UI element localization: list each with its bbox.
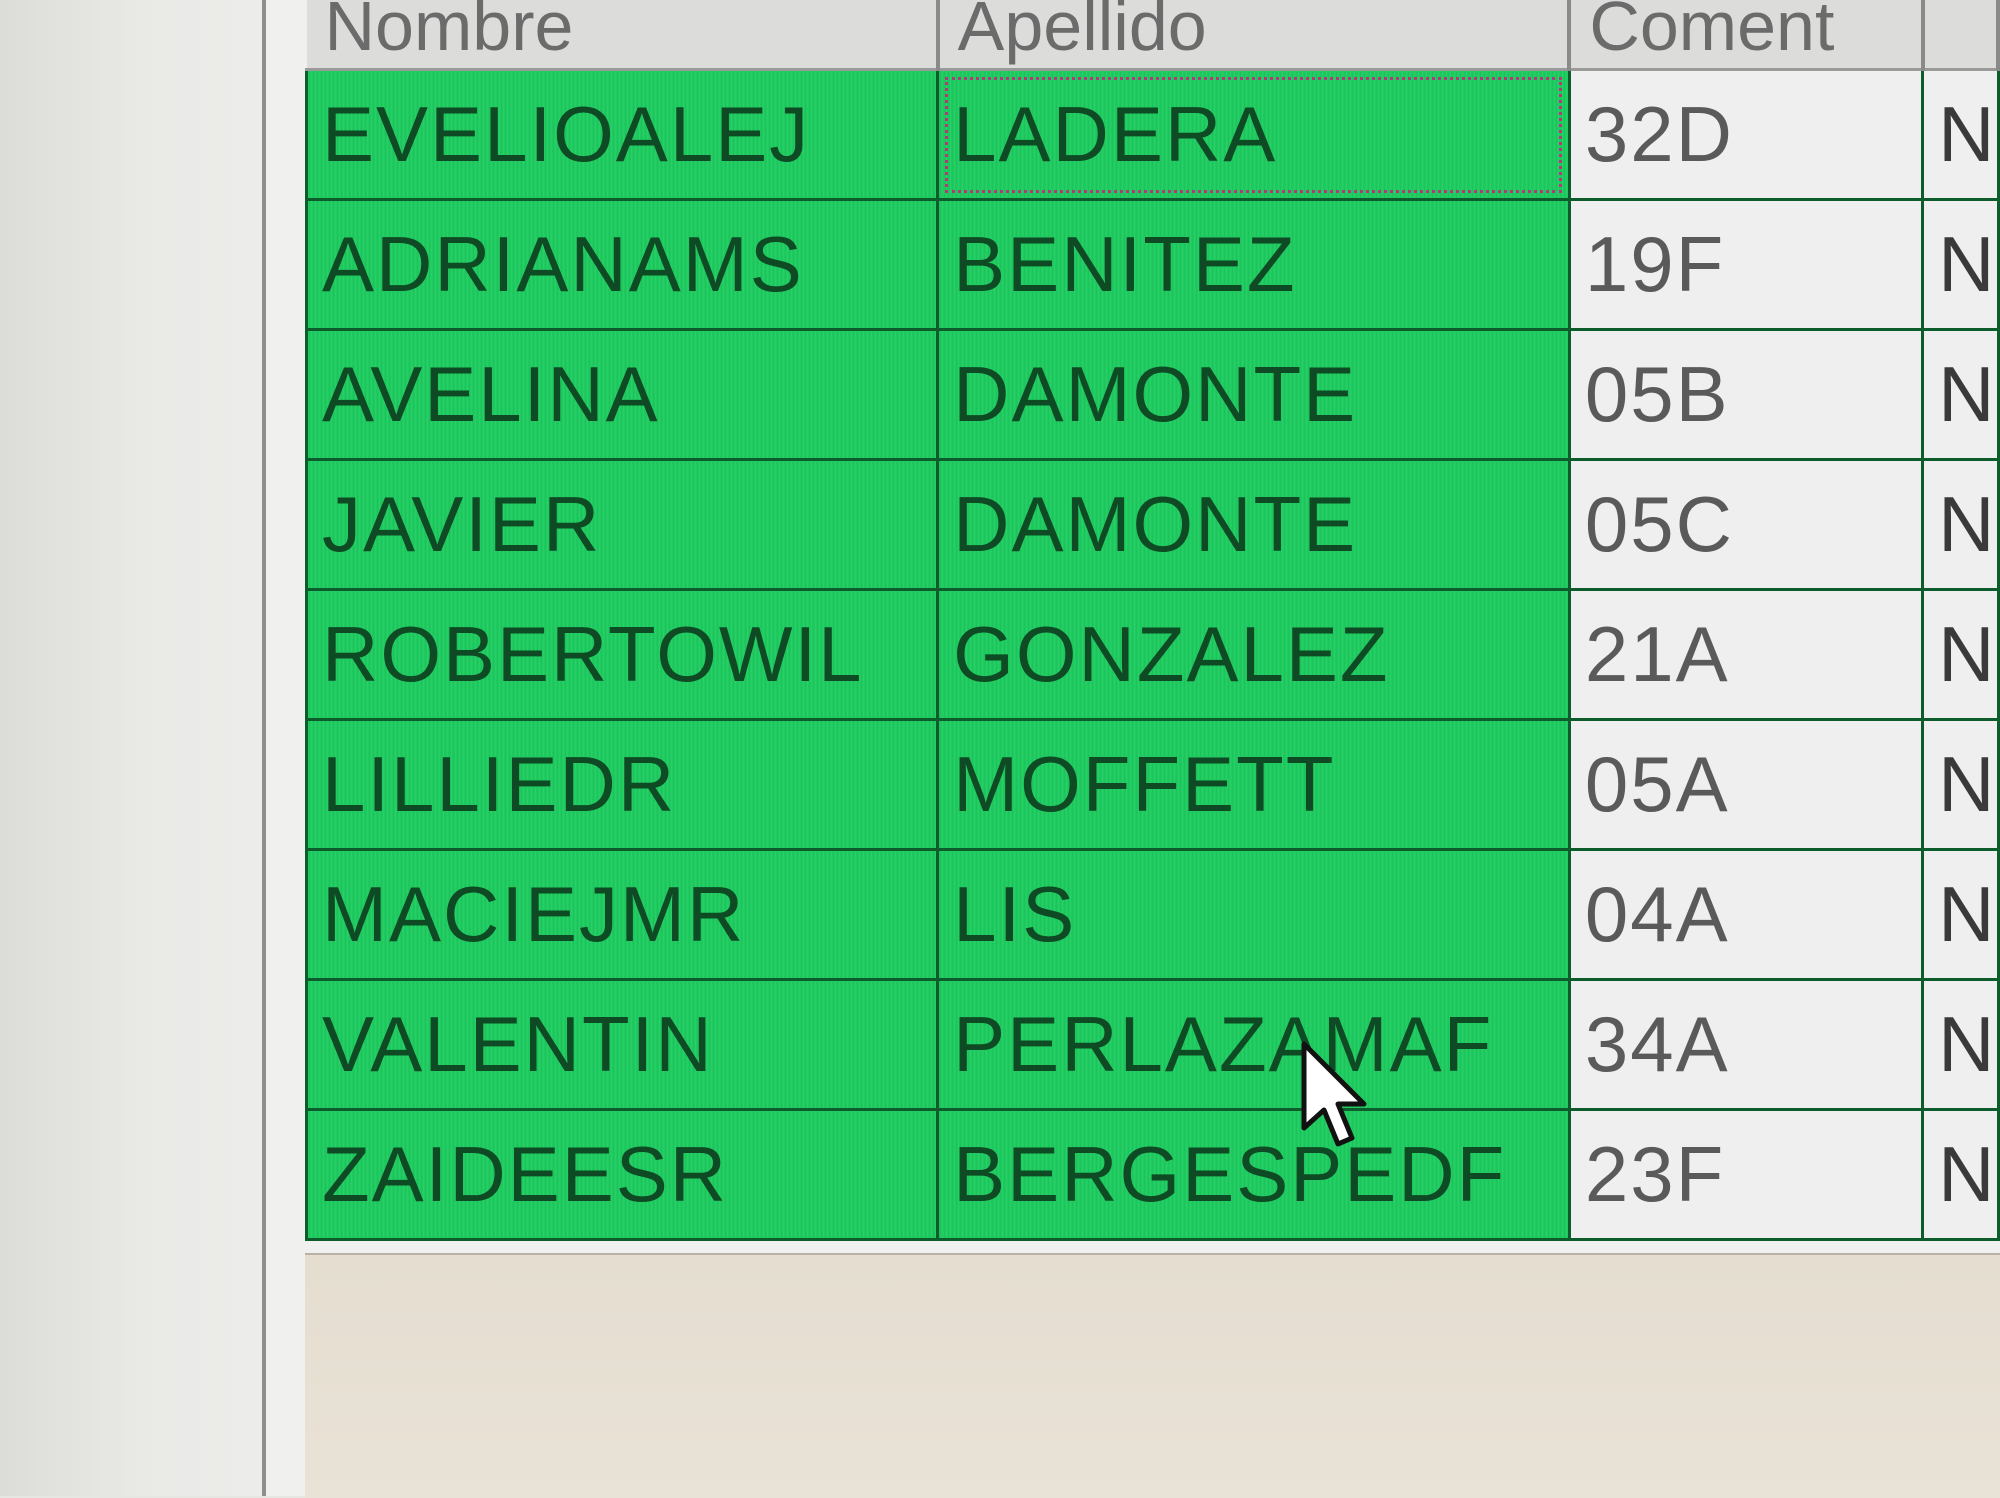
cell-coment[interactable]: 05C bbox=[1567, 458, 1925, 591]
cell-nombre[interactable]: LILLIEDR bbox=[304, 718, 940, 851]
cell-nombre[interactable]: VALENTIN bbox=[304, 978, 940, 1111]
table-row[interactable]: ADRIANAMS BENITEZ 19F N bbox=[304, 198, 2000, 331]
cell-nombre[interactable]: EVELIOALEJ bbox=[304, 68, 940, 201]
cell-extra[interactable]: N bbox=[1921, 328, 2000, 461]
table-row[interactable]: MACIEJMR LIS 04A N bbox=[304, 848, 2000, 981]
column-header-apellido[interactable]: Apellido bbox=[937, 0, 1572, 71]
data-grid[interactable]: Nombre Apellido Coment EVELIOALEJ LADERA… bbox=[304, 0, 2000, 1241]
cell-extra[interactable]: N bbox=[1921, 458, 2000, 591]
cell-apellido-focused[interactable]: LADERA bbox=[936, 68, 1571, 201]
cell-coment[interactable]: 23F bbox=[1567, 1108, 1925, 1241]
cell-nombre[interactable]: MACIEJMR bbox=[304, 848, 940, 981]
cell-apellido[interactable]: MOFFETT bbox=[936, 718, 1571, 851]
cell-extra[interactable]: N bbox=[1921, 588, 2000, 721]
cell-coment[interactable]: 05A bbox=[1567, 718, 1925, 851]
cell-nombre[interactable]: AVELINA bbox=[304, 328, 940, 461]
cell-extra[interactable]: N bbox=[1921, 198, 2000, 331]
column-header-coment[interactable]: Coment bbox=[1569, 0, 1925, 71]
cell-coment[interactable]: 34A bbox=[1567, 978, 1925, 1111]
cell-nombre[interactable]: JAVIER bbox=[304, 458, 940, 591]
cell-apellido[interactable]: DAMONTE bbox=[936, 458, 1571, 591]
table-row[interactable]: JAVIER DAMONTE 05C N bbox=[304, 458, 2000, 591]
table-row[interactable]: VALENTIN PERLAZAMAF 34A N bbox=[304, 978, 2000, 1111]
cell-apellido[interactable]: BERGESPEDF bbox=[936, 1108, 1571, 1241]
cell-extra[interactable]: N bbox=[1921, 68, 2000, 201]
column-header-extra[interactable] bbox=[1922, 0, 2000, 71]
cell-apellido[interactable]: DAMONTE bbox=[936, 328, 1571, 461]
mouse-pointer-icon bbox=[1301, 1041, 1367, 1147]
cell-extra[interactable]: N bbox=[1921, 848, 2000, 981]
cell-nombre[interactable]: ZAIDEESR bbox=[304, 1108, 940, 1241]
cell-extra[interactable]: N bbox=[1921, 718, 2000, 851]
cell-coment[interactable]: 04A bbox=[1567, 848, 1925, 981]
grid-empty-area bbox=[305, 1253, 2000, 1498]
cell-coment[interactable]: 21A bbox=[1567, 588, 1925, 721]
cell-apellido[interactable]: LIS bbox=[936, 848, 1571, 981]
cell-coment[interactable]: 05B bbox=[1567, 328, 1925, 461]
column-header-nombre[interactable]: Nombre bbox=[306, 0, 940, 71]
cell-apellido[interactable]: BENITEZ bbox=[936, 198, 1571, 331]
grid-header-row: Nombre Apellido Coment bbox=[306, 0, 2000, 71]
cell-coment[interactable]: 19F bbox=[1567, 198, 1925, 331]
cell-nombre[interactable]: ROBERTOWIL bbox=[304, 588, 940, 721]
table-row[interactable]: LILLIEDR MOFFETT 05A N bbox=[304, 718, 2000, 851]
cell-extra[interactable]: N bbox=[1921, 978, 2000, 1111]
cell-extra[interactable]: N bbox=[1921, 1108, 2000, 1241]
cell-nombre[interactable]: ADRIANAMS bbox=[304, 198, 940, 331]
table-row[interactable]: EVELIOALEJ LADERA 32D N bbox=[304, 68, 2000, 201]
table-row[interactable]: ZAIDEESR BERGESPEDF 23F N bbox=[304, 1108, 2000, 1241]
cell-coment[interactable]: 32D bbox=[1567, 68, 1925, 201]
cell-apellido[interactable]: PERLAZAMAF bbox=[936, 978, 1571, 1111]
table-row[interactable]: AVELINA DAMONTE 05B N bbox=[304, 328, 2000, 461]
table-row[interactable]: ROBERTOWIL GONZALEZ 21A N bbox=[304, 588, 2000, 721]
cell-apellido[interactable]: GONZALEZ bbox=[936, 588, 1571, 721]
